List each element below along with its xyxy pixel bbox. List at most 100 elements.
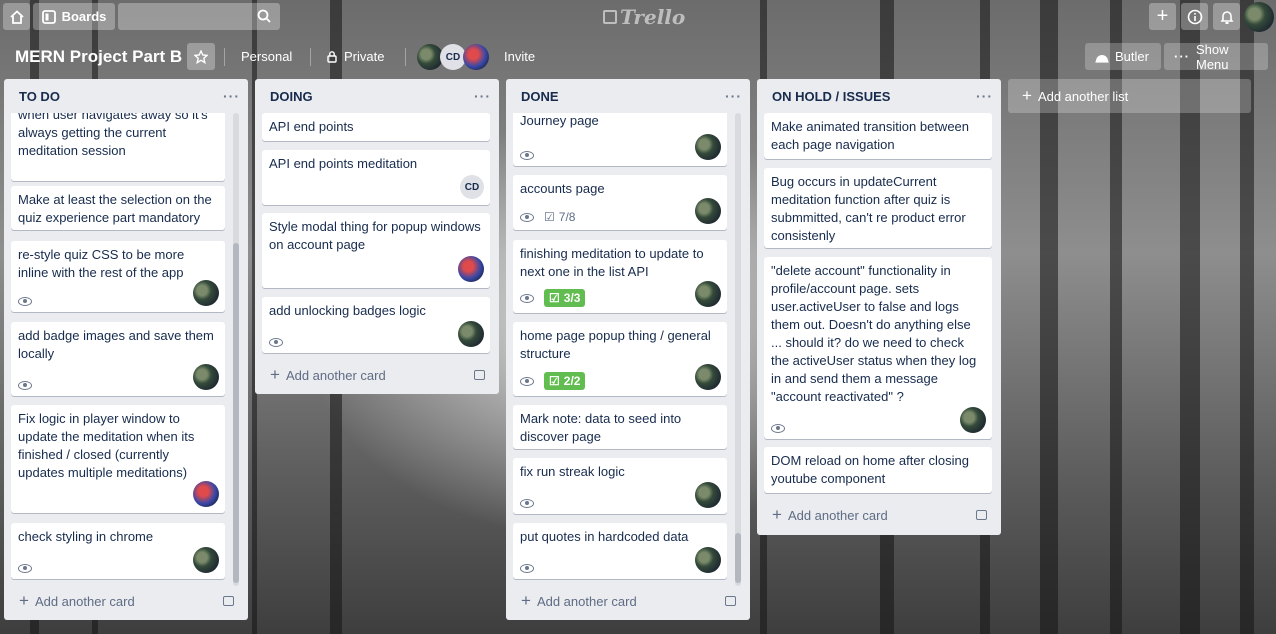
eye-icon xyxy=(520,151,534,160)
card[interactable]: Fix logic in player window to update the… xyxy=(11,405,225,513)
list-header[interactable]: DONE ··· xyxy=(506,79,750,113)
card-template-icon[interactable] xyxy=(474,370,485,380)
star-board-button[interactable] xyxy=(187,43,215,70)
list-menu-icon[interactable]: ··· xyxy=(223,88,240,104)
card[interactable]: Mark note: data to seed into discover pa… xyxy=(513,405,727,449)
boards-button[interactable]: Boards xyxy=(33,3,115,30)
scrollbar-thumb[interactable] xyxy=(233,243,239,583)
scrollbar-thumb[interactable] xyxy=(735,533,741,583)
card[interactable]: Journey page xyxy=(513,113,727,166)
list-title[interactable]: TO DO xyxy=(19,89,60,104)
list-menu-icon[interactable]: ··· xyxy=(725,88,742,104)
card-member-avatar[interactable] xyxy=(193,481,219,507)
card-template-icon[interactable] xyxy=(976,510,987,520)
list-todo: TO DO ··· Make home page re-fetch api wh… xyxy=(4,79,248,620)
add-card-button[interactable]: + Add another card xyxy=(12,587,240,615)
card[interactable]: finishing meditation to update to next o… xyxy=(513,240,727,313)
eye-icon xyxy=(520,212,534,222)
list-scrollbar[interactable] xyxy=(233,113,239,586)
list-title[interactable]: DONE xyxy=(521,89,559,104)
invite-button[interactable]: Invite xyxy=(494,43,545,70)
member-initials: CD xyxy=(445,51,461,63)
card[interactable]: put quotes in hardcoded data xyxy=(513,523,727,579)
info-button[interactable] xyxy=(1181,3,1208,30)
card[interactable]: API end points meditation CD xyxy=(262,150,490,205)
eye-icon xyxy=(520,499,534,508)
list-menu-icon[interactable]: ··· xyxy=(976,88,993,104)
card[interactable]: accounts page ☑ 7/8 xyxy=(513,175,727,230)
card-member-avatar[interactable] xyxy=(695,134,721,160)
card-title: Journey page xyxy=(520,113,599,128)
card[interactable]: "delete account" functionality in profil… xyxy=(764,257,992,439)
eye-icon xyxy=(520,293,534,303)
add-card-label: Add another card xyxy=(285,367,386,383)
card[interactable]: Make animated transition between each pa… xyxy=(764,113,992,159)
card[interactable]: home page popup thing / general structur… xyxy=(513,322,727,396)
add-card-button[interactable]: + Add another card xyxy=(263,361,491,389)
card[interactable]: Make at least the selection on the quiz … xyxy=(11,186,225,230)
list-header[interactable]: TO DO ··· xyxy=(4,79,248,113)
card[interactable]: fix run streak logic xyxy=(513,458,727,514)
card-member-avatar[interactable] xyxy=(960,407,986,433)
list-title[interactable]: ON HOLD / ISSUES xyxy=(772,89,890,104)
home-button[interactable] xyxy=(3,3,30,30)
list-title[interactable]: DOING xyxy=(270,89,313,104)
checklist-badge: ☑ 7/8 xyxy=(544,210,575,224)
card[interactable]: API end points xyxy=(262,113,490,141)
create-button[interactable]: + xyxy=(1149,3,1176,30)
board-title[interactable]: MERN Project Part B xyxy=(8,42,189,71)
card-member-avatar[interactable] xyxy=(193,364,219,390)
butler-button[interactable]: Butler xyxy=(1085,43,1161,70)
card[interactable]: Make home page re-fetch api when user na… xyxy=(11,113,225,181)
card[interactable]: add badge images and save them locally xyxy=(11,322,225,396)
checklist-icon: ☑ xyxy=(549,291,560,305)
plus-icon: + xyxy=(521,591,531,610)
card-member-avatar[interactable] xyxy=(695,482,721,508)
add-card-button[interactable]: + Add another card xyxy=(514,587,742,615)
card[interactable]: add unlocking badges logic xyxy=(262,297,490,353)
card-member-avatar[interactable] xyxy=(458,321,484,347)
card[interactable]: Bug occurs in updateCurrent meditation f… xyxy=(764,168,992,248)
card-member-avatar[interactable] xyxy=(193,547,219,573)
add-list-button[interactable]: + Add another list xyxy=(1008,79,1251,113)
card-template-icon[interactable] xyxy=(725,596,736,606)
card-title: check styling in chrome xyxy=(18,529,154,544)
list-menu-icon[interactable]: ··· xyxy=(474,88,491,104)
card-member-avatar[interactable] xyxy=(193,280,219,306)
team-button[interactable]: Personal xyxy=(231,43,302,70)
card-badges xyxy=(520,564,534,573)
search-icon[interactable] xyxy=(257,9,271,23)
search-input[interactable] xyxy=(118,3,280,30)
butler-icon xyxy=(1095,54,1109,63)
card-template-icon[interactable] xyxy=(223,596,234,606)
card-member-avatar[interactable] xyxy=(695,198,721,224)
add-card-button[interactable]: + Add another card xyxy=(765,501,993,529)
trello-logo[interactable]: Trello xyxy=(603,5,685,29)
show-menu-label: Show Menu xyxy=(1196,41,1229,72)
user-avatar[interactable] xyxy=(1244,2,1274,32)
card-member-avatar-cd[interactable]: CD xyxy=(460,175,484,199)
home-icon xyxy=(9,9,24,24)
list-on-hold: ON HOLD / ISSUES ··· Make animated trans… xyxy=(757,79,1001,535)
card-member-avatar[interactable] xyxy=(458,256,484,282)
show-menu-button[interactable]: ··· Show Menu xyxy=(1164,41,1268,72)
card-title: fix run streak logic xyxy=(520,464,625,479)
list-header[interactable]: ON HOLD / ISSUES ··· xyxy=(757,79,1001,113)
visibility-button[interactable]: Private xyxy=(316,43,394,70)
card-member-avatar[interactable] xyxy=(695,281,721,307)
card-member-avatar[interactable] xyxy=(695,364,721,390)
card-badges xyxy=(18,381,32,390)
member-avatar[interactable] xyxy=(463,44,489,70)
notifications-button[interactable] xyxy=(1213,3,1240,30)
card-title: home page popup thing / general structur… xyxy=(520,328,711,361)
card[interactable]: Style modal thing for popup windows on a… xyxy=(262,213,490,288)
card[interactable]: re-style quiz CSS to be more inline with… xyxy=(11,241,225,312)
add-card-label: Add another card xyxy=(34,593,135,609)
card-member-avatar[interactable] xyxy=(695,547,721,573)
card[interactable]: DOM reload on home after closing youtube… xyxy=(764,447,992,493)
card[interactable]: check styling in chrome xyxy=(11,523,225,579)
list-cards: Make animated transition between each pa… xyxy=(757,113,1001,500)
list-header[interactable]: DOING ··· xyxy=(255,79,499,113)
list-scrollbar[interactable] xyxy=(735,113,741,586)
card-title: finishing meditation to update to next o… xyxy=(520,246,704,279)
